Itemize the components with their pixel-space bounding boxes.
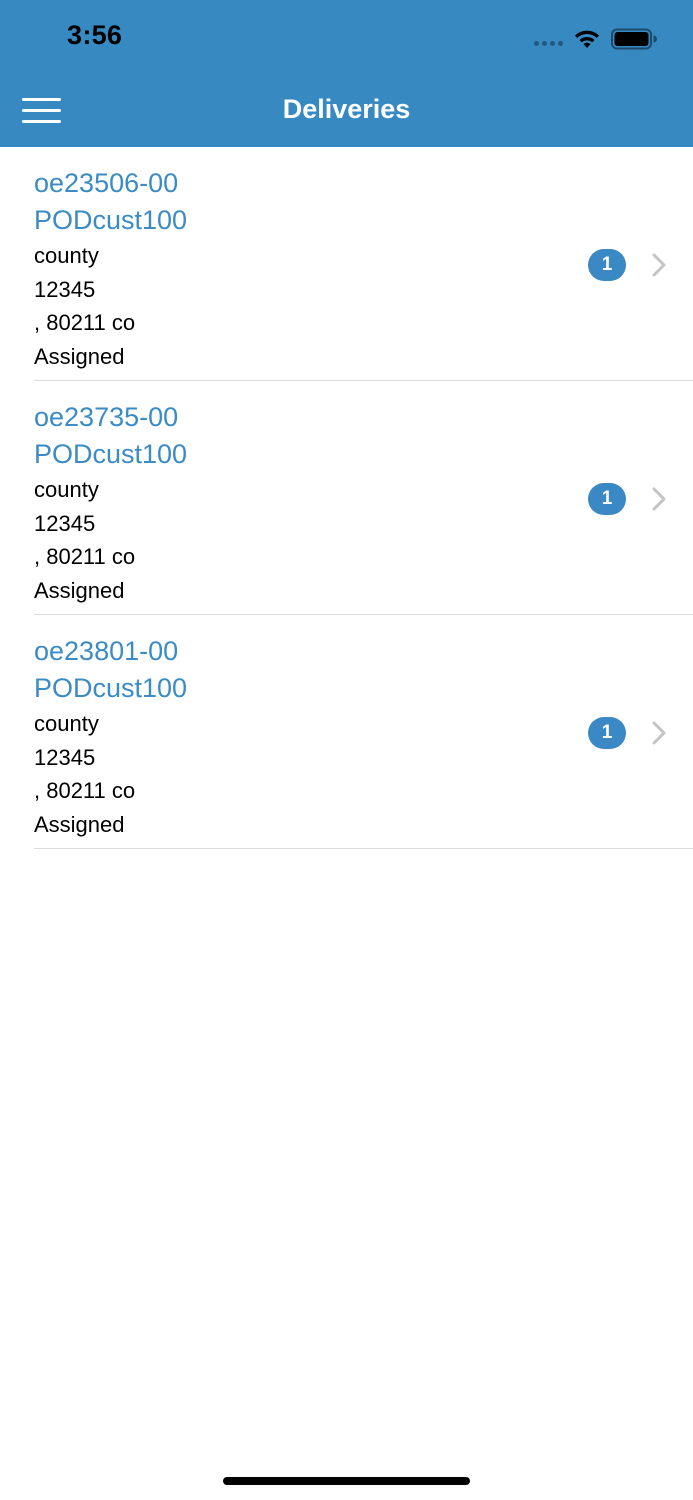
delivery-row[interactable]: oe23801-00 PODcust100 county 12345 , 802… bbox=[0, 615, 693, 849]
county-text: county bbox=[34, 711, 99, 736]
status-bar-icons bbox=[534, 26, 657, 52]
count-badge: 1 bbox=[588, 717, 626, 749]
delivery-details: oe23735-00 PODcust100 county 12345 , 802… bbox=[34, 399, 187, 607]
order-number: oe23735-00 bbox=[34, 402, 179, 432]
status-text: Assigned bbox=[34, 811, 125, 837]
delivery-details: oe23506-00 PODcust100 county 12345 , 802… bbox=[34, 165, 187, 373]
home-indicator[interactable] bbox=[223, 1477, 470, 1485]
count-badge: 1 bbox=[588, 249, 626, 281]
city-line-text: , 80211 co bbox=[34, 310, 136, 335]
customer-name: PODcust100 bbox=[34, 439, 188, 469]
county-text: county bbox=[34, 243, 99, 268]
delivery-details: oe23801-00 PODcust100 county 12345 , 802… bbox=[34, 633, 187, 841]
wifi-icon bbox=[575, 30, 599, 48]
deliveries-list: oe23506-00 PODcust100 county 12345 , 802… bbox=[0, 147, 693, 849]
chevron-right-icon bbox=[652, 253, 666, 277]
status-bar-time: 3:56 bbox=[67, 20, 123, 50]
delivery-row[interactable]: oe23735-00 PODcust100 county 12345 , 802… bbox=[0, 381, 693, 615]
page-title: Deliveries bbox=[282, 94, 411, 124]
zip-text: 12345 bbox=[34, 276, 96, 302]
county-text: county bbox=[34, 477, 99, 502]
cellular-signal-icon bbox=[534, 40, 563, 46]
app-header: 3:56 Deliveries bbox=[0, 0, 693, 147]
battery-icon bbox=[611, 28, 657, 50]
order-number: oe23801-00 bbox=[34, 636, 179, 666]
chevron-right-icon bbox=[652, 721, 666, 745]
zip-text: 12345 bbox=[34, 510, 96, 536]
customer-name: PODcust100 bbox=[34, 205, 188, 235]
status-text: Assigned bbox=[34, 577, 125, 603]
status-text: Assigned bbox=[34, 343, 125, 369]
city-line-text: , 80211 co bbox=[34, 544, 136, 569]
customer-name: PODcust100 bbox=[34, 673, 188, 703]
row-divider bbox=[34, 848, 693, 849]
delivery-row[interactable]: oe23506-00 PODcust100 county 12345 , 802… bbox=[0, 147, 693, 381]
zip-text: 12345 bbox=[34, 744, 96, 770]
order-number: oe23506-00 bbox=[34, 168, 179, 198]
city-line-text: , 80211 co bbox=[34, 778, 136, 803]
chevron-right-icon bbox=[652, 487, 666, 511]
count-badge: 1 bbox=[588, 483, 626, 515]
